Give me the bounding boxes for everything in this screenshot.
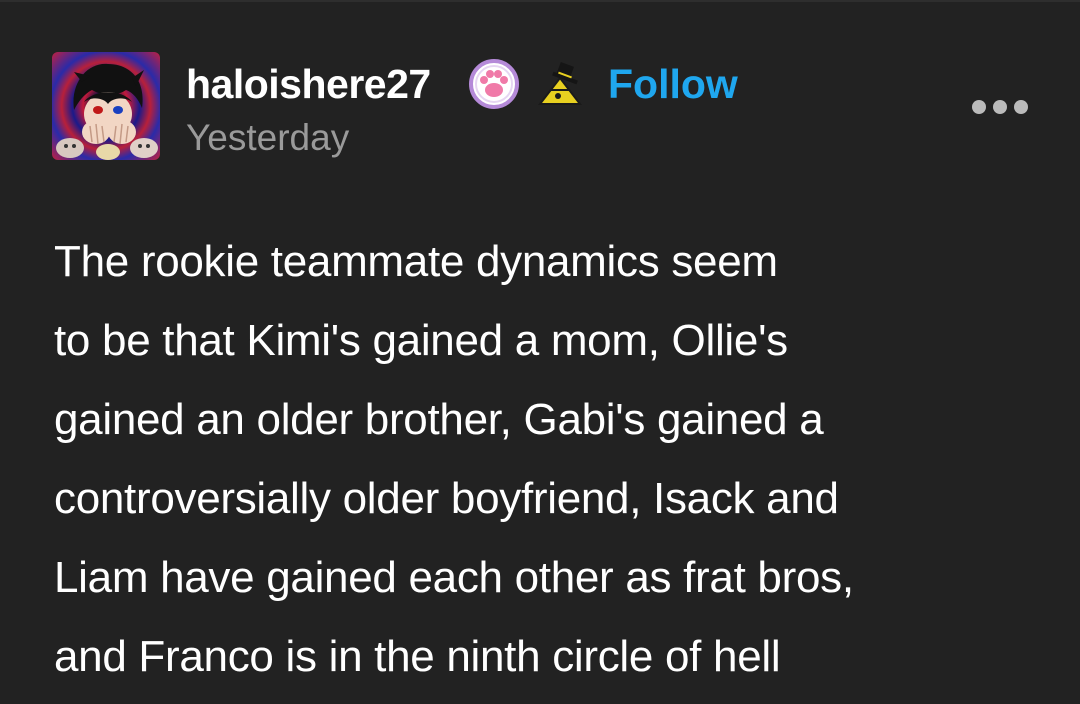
paw-badge-icon[interactable] bbox=[468, 58, 520, 110]
avatar[interactable] bbox=[52, 52, 160, 160]
post-text-line: Liam have gained each other as frat bros… bbox=[54, 553, 854, 602]
more-options-button[interactable] bbox=[970, 92, 1030, 122]
ellipsis-icon bbox=[972, 100, 1028, 114]
post-body: The rookie teammate dynamics seem to be … bbox=[54, 222, 1044, 696]
author-username[interactable]: haloishere27 bbox=[186, 60, 431, 108]
post-text-line: gained an older brother, Gabi's gained a bbox=[54, 395, 824, 444]
top-divider bbox=[0, 0, 1080, 2]
post-timestamp: Yesterday bbox=[186, 117, 350, 158]
post-header: haloishere27 Follow Yesterday bbox=[52, 52, 1042, 164]
follow-button[interactable]: Follow bbox=[608, 60, 738, 108]
top-hat-badge-icon[interactable] bbox=[536, 60, 584, 110]
post-text-line: and Franco is in the ninth circle of hel… bbox=[54, 632, 781, 681]
post-text-line: controversially older boyfriend, Isack a… bbox=[54, 474, 839, 523]
post-text-line: The rookie teammate dynamics seem bbox=[54, 237, 778, 286]
post-text-line: to be that Kimi's gained a mom, Ollie's bbox=[54, 316, 788, 365]
avatar-image bbox=[56, 63, 158, 160]
